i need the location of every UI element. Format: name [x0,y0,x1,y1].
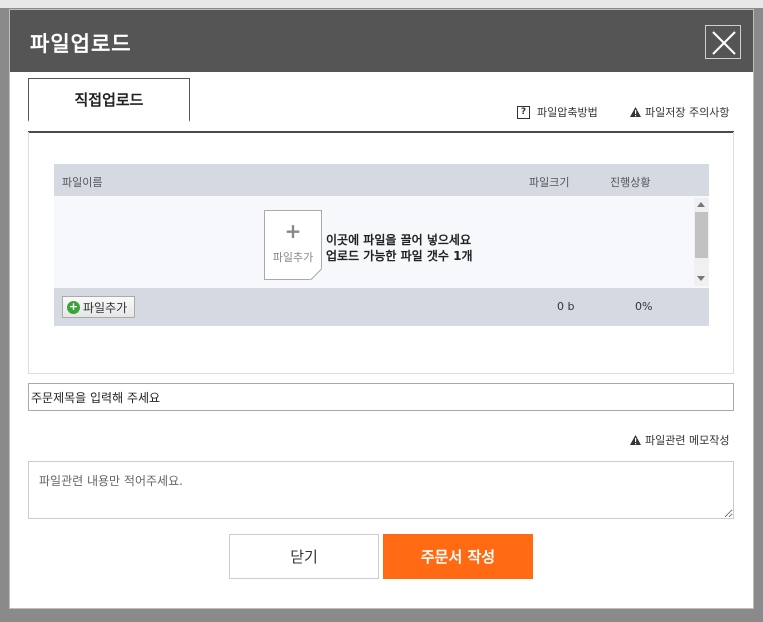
file-upload-modal: 파일업로드 직접업로드 ? 파일압축방법 파일저장 주의사항 파일이름 파일크기 [10,10,753,608]
modal-header: 파일업로드 [10,10,753,72]
close-dialog-button[interactable]: 닫기 [229,534,379,579]
scroll-down-arrow-icon[interactable] [697,276,705,281]
plus-icon: + [284,219,302,243]
background-page [0,0,763,8]
column-progress: 진행상황 [610,176,651,189]
file-memo-textarea[interactable] [28,461,734,519]
drop-zone-scrollbar[interactable] [694,198,709,286]
warning-icon [630,107,641,117]
question-icon: ? [517,105,530,119]
add-file-tile[interactable]: + 파일추가 [264,210,322,280]
page-fold-icon [310,268,322,280]
column-file-size: 파일크기 [529,176,570,189]
scroll-thumb[interactable] [695,212,708,258]
total-size: 0 b [557,300,575,313]
drop-instruction-line2: 업로드 가능한 파일 갯수 1개 [326,249,473,263]
file-table-footer: + 파일추가 0 b 0% [54,288,709,326]
compress-help-label: 파일압축방법 [537,106,598,119]
close-icon [712,31,736,55]
memo-label: 파일관련 메모작성 [630,432,729,448]
storage-notice-link[interactable]: 파일저장 주의사항 [630,104,729,120]
warning-icon [630,435,641,445]
tab-direct-upload[interactable]: 직접업로드 [28,78,190,122]
add-file-button-label: 파일추가 [83,300,128,315]
file-table-header: 파일이름 파일크기 진행상황 [54,164,709,196]
storage-notice-label: 파일저장 주의사항 [645,106,730,119]
total-progress: 0% [635,300,653,313]
order-title-input[interactable] [28,383,734,411]
add-file-tile-label: 파일추가 [272,251,314,264]
modal-title: 파일업로드 [30,32,132,56]
compress-help-link[interactable]: ? 파일압축방법 [517,104,598,120]
scroll-up-arrow-icon[interactable] [697,202,705,207]
create-order-button[interactable]: 주문서 작성 [383,534,533,579]
upload-panel: 파일이름 파일크기 진행상황 + 파일추가 이곳에 파일을 끌어 넣으세요 업로… [28,132,734,374]
file-drop-zone[interactable]: + 파일추가 이곳에 파일을 끌어 넣으세요 업로드 가능한 파일 갯수 1개 [54,196,709,288]
column-file-name: 파일이름 [62,176,103,189]
tab-bar: 직접업로드 ? 파일압축방법 파일저장 주의사항 [28,78,734,133]
memo-label-text: 파일관련 메모작성 [645,434,730,447]
add-file-button[interactable]: + 파일추가 [62,296,136,318]
drop-instructions: 이곳에 파일을 끌어 넣으세요 업로드 가능한 파일 갯수 1개 [326,232,473,264]
drop-instruction-line1: 이곳에 파일을 끌어 넣으세요 [326,233,472,247]
green-plus-icon: + [67,299,80,314]
close-button[interactable] [705,25,741,59]
